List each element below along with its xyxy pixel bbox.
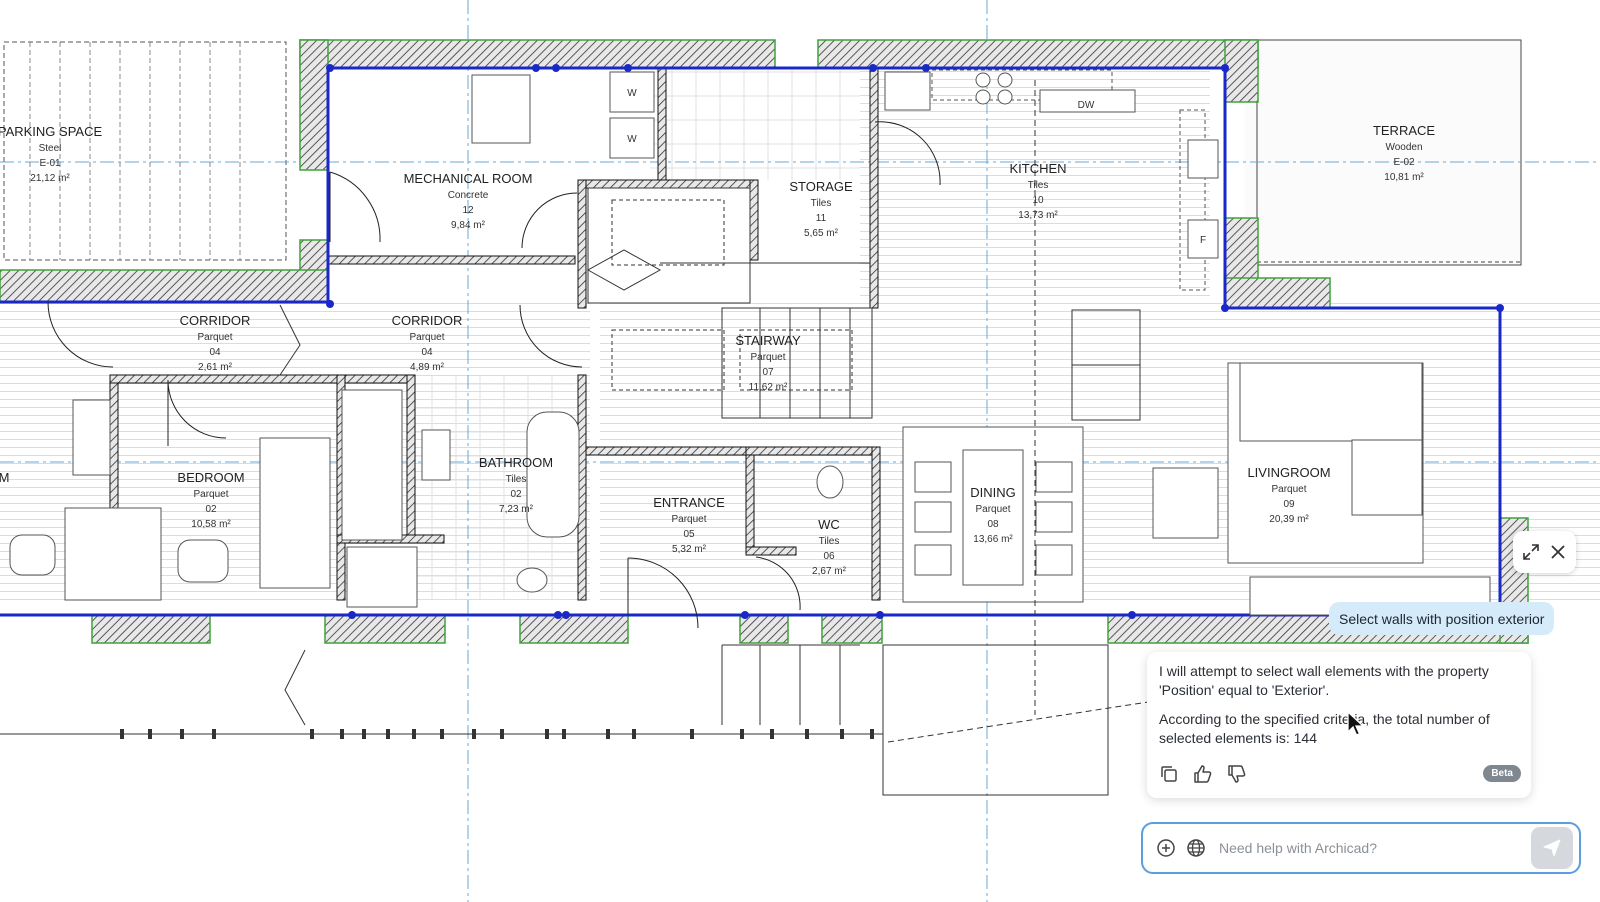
room-material: Parquet [975,504,1010,515]
room-name: KITCHEN [1009,161,1066,176]
room-material: Parquet [750,352,785,363]
room-material: Parquet [193,489,228,500]
dryer-label: W [627,134,637,145]
room-number: 05 [683,529,695,540]
room-area: 20,39 m² [1269,514,1309,525]
room-area: 11,62 m² [749,382,788,393]
reply-paragraph: I will attempt to select wall elements w… [1159,663,1489,698]
room-number: 06 [823,551,835,562]
room-name: CORRIDOR [180,313,251,328]
room-area: 21,12 m² [30,173,70,184]
room-material: Tiles [819,536,840,547]
room-number: 12 [462,205,474,216]
room-material: Wooden [1385,142,1422,153]
send-button[interactable] [1531,827,1573,869]
room-material: Tiles [506,474,527,485]
room-number: 11 [816,213,827,224]
room-name: STORAGE [789,179,853,194]
room-material: Tiles [811,198,832,209]
room-name: TERRACE [1373,123,1435,138]
room-number: 07 [762,367,774,378]
room-material: Concrete [448,190,489,201]
globe-icon[interactable] [1183,835,1209,861]
user-message: Select walls with position exterior [1329,602,1555,635]
room-area: 9,84 m² [451,220,486,231]
reply-paragraph: According to the specified criteria, the… [1159,711,1490,746]
assistant-reply: I will attempt to select wall elements w… [1147,652,1531,798]
room-name: STAIRWAY [735,333,801,348]
room-material: Parquet [1271,484,1306,495]
room-number: E-02 [1393,157,1415,168]
room-number: 04 [421,347,433,358]
room-area: 2,61 m² [198,362,233,373]
room-area: 10,58 m² [191,519,231,530]
room-area: 13,66 m² [973,534,1013,545]
close-icon[interactable] [1545,539,1571,565]
room-material: Parquet [409,332,444,343]
room-area: 5,32 m² [672,544,707,555]
assistant-window-controls [1513,531,1576,573]
fridge-label: F [1200,235,1206,246]
room-name-fragment: M [0,470,9,485]
room-name: CORRIDOR [392,313,463,328]
room-material: Steel [39,143,62,154]
room-name: ENTRANCE [653,495,725,510]
copy-icon[interactable] [1157,762,1181,786]
room-area: 7,23 m² [499,504,534,515]
room-area: 10,81 m² [1384,172,1424,183]
room-name: WC [818,517,840,532]
washer-label: W [627,88,637,99]
room-number: E-01 [39,158,61,169]
chat-input-bar [1141,822,1581,874]
room-name: BEDROOM [177,470,244,485]
room-area: 13,73 m² [1018,210,1058,221]
room-number: 09 [1283,499,1295,510]
room-name: MECHANICAL ROOM [404,171,533,186]
thumbs-down-icon[interactable] [1225,762,1249,786]
room-material: Parquet [671,514,706,525]
thumbs-up-icon[interactable] [1191,762,1215,786]
room-area: 2,67 m² [812,566,847,577]
expand-icon[interactable] [1518,539,1544,565]
add-icon[interactable] [1153,835,1179,861]
beta-badge: Beta [1483,765,1521,782]
room-material: Parquet [197,332,232,343]
dishwasher-label: DW [1078,100,1095,111]
room-number: 10 [1032,195,1044,206]
room-name: DINING [970,485,1016,500]
chat-input[interactable] [1213,832,1531,864]
mouse-cursor-icon [1347,711,1365,736]
room-number: 02 [205,504,217,515]
room-area: 5,65 m² [804,228,839,239]
room-number: 08 [987,519,999,530]
reply-actions [1157,762,1249,786]
room-name: BATHROOM [479,455,553,470]
room-material: Tiles [1028,180,1049,191]
room-area: 4,89 m² [410,362,445,373]
room-name: PARKING SPACE [0,124,102,139]
room-number: 02 [510,489,522,500]
room-label-storage: STORAGE Tiles 11 5,65 m² [789,179,853,239]
room-number: 04 [209,347,221,358]
room-name: LIVINGROOM [1247,465,1330,480]
